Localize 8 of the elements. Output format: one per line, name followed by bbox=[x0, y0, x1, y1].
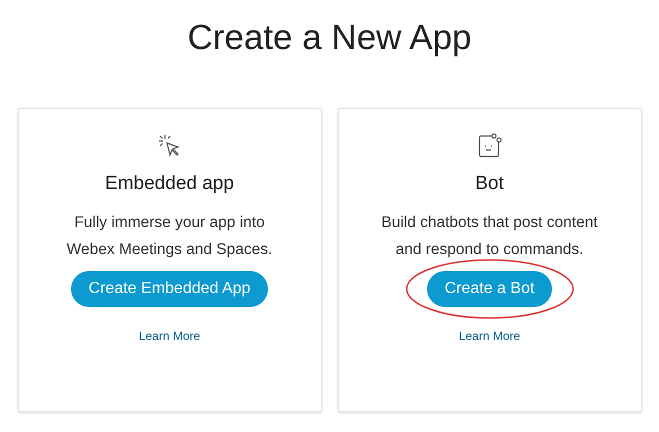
learn-more-link[interactable]: Learn More bbox=[458, 329, 520, 343]
card-description: Fully immerse your app into Webex Meetings and Spaces. bbox=[66, 213, 274, 260]
card-description: Build chatbots that post content and respond to commands. bbox=[380, 213, 599, 260]
learn-more-link[interactable]: Learn More bbox=[138, 329, 200, 343]
card-title: Embedded app bbox=[105, 173, 234, 195]
page-title: Create a New App bbox=[187, 17, 472, 59]
bot-icon bbox=[478, 133, 502, 159]
card-title: Bot bbox=[475, 173, 504, 195]
